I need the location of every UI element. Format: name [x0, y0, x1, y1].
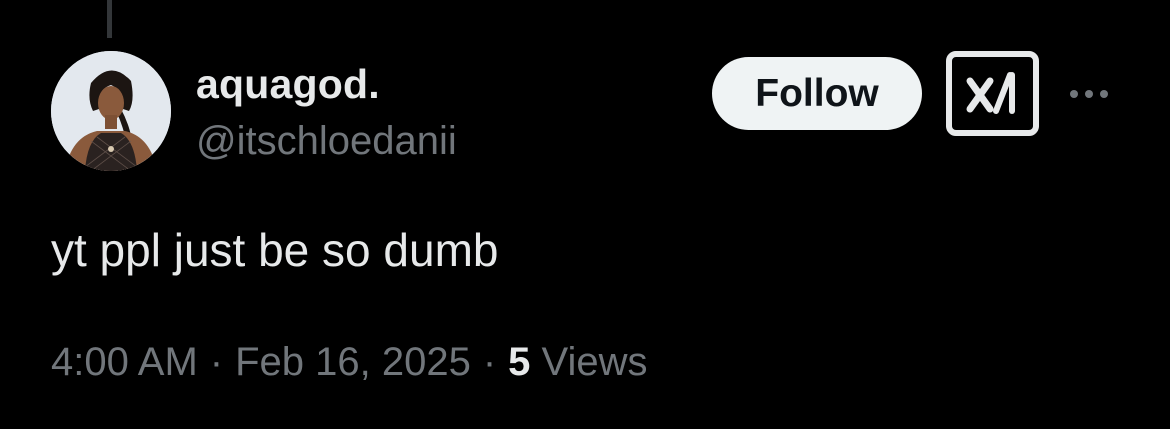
separator: ·	[482, 340, 497, 384]
views-count[interactable]: 5	[508, 340, 530, 384]
avatar-photo-icon	[51, 51, 171, 171]
avatar[interactable]	[51, 51, 171, 171]
grok-icon	[946, 51, 1039, 136]
more-options-icon-dot	[1085, 90, 1093, 98]
views-label[interactable]: Views	[542, 340, 648, 384]
author-display-name[interactable]: aquagod.	[196, 60, 380, 108]
thread-connector-line	[107, 0, 112, 38]
more-options-icon	[1070, 90, 1078, 98]
tweet-metadata: 4:00 AM · Feb 16, 2025 · 5 Views	[51, 337, 648, 387]
tweet-text: yt ppl just be so dumb	[51, 224, 499, 276]
author-handle[interactable]: @itschloedanii	[196, 117, 457, 165]
follow-button[interactable]: Follow	[712, 57, 922, 130]
more-options-button[interactable]	[1062, 74, 1116, 114]
grok-button[interactable]	[946, 51, 1039, 136]
more-options-icon-dot	[1100, 90, 1108, 98]
tweet-date[interactable]: Feb 16, 2025	[235, 340, 471, 384]
separator: ·	[209, 340, 224, 384]
tweet-time[interactable]: 4:00 AM	[51, 340, 198, 384]
